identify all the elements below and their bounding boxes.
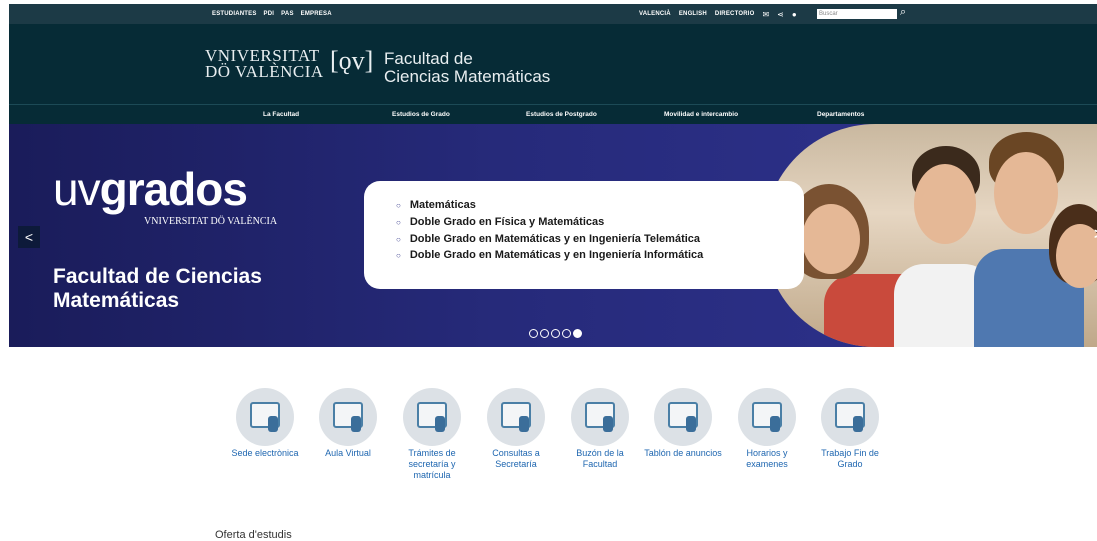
program-item[interactable]: Doble Grado en Matemáticas y en Ingenier…	[396, 249, 703, 261]
students-photo	[764, 124, 1097, 347]
carousel-dot-active[interactable]	[573, 329, 582, 338]
uvgrados-logo: uvgrados	[53, 162, 248, 216]
quick-link-label: Horarios y examenes	[746, 448, 788, 469]
link-estudiantes[interactable]: ESTUDIANTES	[212, 11, 257, 17]
top-utility-bar: ESTUDIANTES PDI PAS EMPRESA VALENCIÀ ENG…	[9, 4, 1097, 24]
programs-list: Matemáticas Doble Grado en Física y Mate…	[396, 199, 703, 266]
section-heading: Oferta d'estudis	[215, 529, 292, 541]
search-icon[interactable]: ⌕	[900, 6, 906, 19]
utility-links: VALENCIÀ ENGLISH DIRECTORIO ✉ ⋖ ●	[639, 4, 797, 24]
carousel-indicators	[529, 329, 582, 338]
tfg-icon	[821, 388, 879, 446]
carousel-dot[interactable]	[551, 329, 560, 338]
quick-link-tablon[interactable]: Tablón de anuncios	[641, 388, 725, 459]
link-directorio[interactable]: DIRECTORIO	[715, 11, 755, 17]
link-pdi[interactable]: PDI	[264, 11, 275, 17]
nav-movilidad[interactable]: Movilidad e intercambio	[664, 111, 738, 118]
faculty-name-line1: Facultad de	[384, 49, 473, 68]
carousel-prev-button[interactable]: <	[18, 226, 40, 248]
banner-title-line1: Facultad de Ciencias	[53, 265, 262, 288]
university-name-line2: DÖ VALÈNCIA	[205, 62, 324, 81]
user-icon[interactable]: ●	[792, 10, 797, 19]
consultas-icon	[487, 388, 545, 446]
quick-link-label: Buzón de la Facultad	[576, 448, 624, 469]
quick-link-horarios[interactable]: Horarios y examenes	[725, 388, 809, 470]
mail-icon[interactable]: ✉	[762, 10, 769, 19]
quick-link-tfg[interactable]: Trabajo Fin de Grado	[808, 388, 892, 470]
brand-bold: grados	[99, 163, 248, 215]
link-valencia[interactable]: VALENCIÀ	[639, 11, 671, 17]
site-header	[9, 24, 1097, 104]
quick-link-consultas[interactable]: Consultas a Secretaría	[474, 388, 558, 470]
sede-icon	[236, 388, 294, 446]
carousel-dot[interactable]	[540, 329, 549, 338]
quick-link-label: Tablón de anuncios	[644, 448, 722, 458]
hero-carousel[interactable]: uvgrados VNIVERSITAT DÖ VALÈNCIA Faculta…	[9, 124, 1097, 347]
quick-link-label: Trabajo Fin de Grado	[821, 448, 879, 469]
link-empresa[interactable]: EMPRESA	[301, 11, 332, 17]
quick-link-sede[interactable]: Sede electrònica	[223, 388, 307, 459]
brand-sub: VNIVERSITAT DÖ VALÈNCIA	[144, 216, 278, 227]
banner-title: Facultad de Ciencias Matemáticas	[53, 265, 262, 313]
aula-virtual-icon	[319, 388, 377, 446]
link-english[interactable]: ENGLISH	[679, 11, 707, 17]
nav-estudios-postgrado[interactable]: Estudios de Postgrado	[526, 111, 597, 118]
program-item[interactable]: Matemáticas	[396, 199, 703, 211]
program-item[interactable]: Doble Grado en Matemáticas y en Ingenier…	[396, 233, 703, 245]
faculty-emblem-icon: [ǫv]	[330, 46, 374, 75]
audience-links: ESTUDIANTES PDI PAS EMPRESA	[212, 4, 332, 24]
tramites-icon	[403, 388, 461, 446]
quick-link-tramites[interactable]: Trámites de secretaría y matrícula	[390, 388, 474, 481]
carousel-dot[interactable]	[562, 329, 571, 338]
banner-title-line2: Matemáticas	[53, 289, 180, 312]
share-icon[interactable]: ⋖	[777, 10, 784, 19]
quick-link-aula-virtual[interactable]: Aula Virtual	[306, 388, 390, 459]
tablon-icon	[654, 388, 712, 446]
program-item[interactable]: Doble Grado en Física y Matemáticas	[396, 216, 703, 228]
horarios-icon	[738, 388, 796, 446]
quick-link-label: Consultas a Secretaría	[492, 448, 540, 469]
nav-estudios-grado[interactable]: Estudios de Grado	[392, 111, 450, 118]
faculty-name[interactable]: Facultad de Ciencias Matemáticas	[384, 50, 550, 86]
nav-la-facultad[interactable]: La Facultad	[263, 111, 299, 118]
search-input[interactable]: Buscar	[817, 9, 897, 19]
nav-departamentos[interactable]: Departamentos	[817, 111, 864, 118]
quick-link-buzon[interactable]: Buzón de la Facultad	[558, 388, 642, 470]
university-logo[interactable]: VNIVERSITAT DÖ VALÈNCIA	[205, 47, 324, 81]
buzon-icon	[571, 388, 629, 446]
main-nav: La Facultad Estudios de Grado Estudios d…	[9, 104, 1097, 125]
quick-link-label: Aula Virtual	[325, 448, 371, 458]
link-pas[interactable]: PAS	[281, 11, 294, 17]
quick-link-label: Trámites de secretaría y matrícula	[408, 448, 456, 480]
quick-link-label: Sede electrònica	[231, 448, 299, 458]
faculty-name-line2: Ciencias Matemáticas	[384, 67, 551, 86]
carousel-dot[interactable]	[529, 329, 538, 338]
brand-light: uv	[53, 163, 101, 215]
